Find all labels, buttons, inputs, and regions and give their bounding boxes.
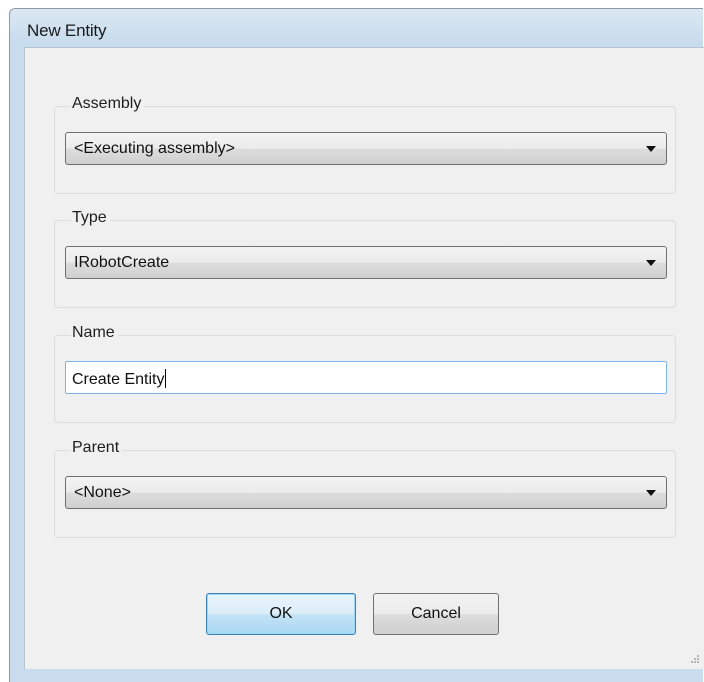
- window-title: New Entity: [27, 21, 107, 40]
- type-group: Type IRobotCreate: [54, 209, 676, 308]
- assembly-group: Assembly <Executing assembly>: [54, 95, 676, 194]
- text-caret: [165, 369, 167, 388]
- cancel-button[interactable]: Cancel: [373, 593, 499, 635]
- parent-group: Parent <None>: [54, 439, 676, 538]
- dialog-body: Assembly <Executing assembly> Type IRobo…: [24, 47, 704, 669]
- parent-selected-value: <None>: [74, 484, 131, 501]
- title-bar[interactable]: New Entity: [10, 9, 703, 45]
- assembly-selected-value: <Executing assembly>: [74, 140, 235, 157]
- assembly-dropdown[interactable]: <Executing assembly>: [65, 132, 667, 165]
- name-input-value: Create Entity: [72, 371, 165, 388]
- resize-grip-icon[interactable]: [688, 653, 700, 665]
- name-label: Name: [71, 324, 118, 342]
- name-input[interactable]: Create Entity: [65, 361, 667, 394]
- parent-dropdown[interactable]: <None>: [65, 476, 667, 509]
- chevron-down-icon: [646, 490, 656, 496]
- type-selected-value: IRobotCreate: [74, 254, 170, 271]
- ok-button[interactable]: OK: [206, 593, 356, 635]
- name-group: Name Create Entity: [54, 324, 676, 423]
- chevron-down-icon: [646, 260, 656, 266]
- parent-label: Parent: [71, 439, 123, 457]
- type-dropdown[interactable]: IRobotCreate: [65, 246, 667, 279]
- type-label: Type: [71, 209, 110, 227]
- chevron-down-icon: [646, 146, 656, 152]
- assembly-label: Assembly: [71, 95, 145, 113]
- new-entity-dialog: New Entity Assembly <Executing assembly>…: [9, 8, 704, 682]
